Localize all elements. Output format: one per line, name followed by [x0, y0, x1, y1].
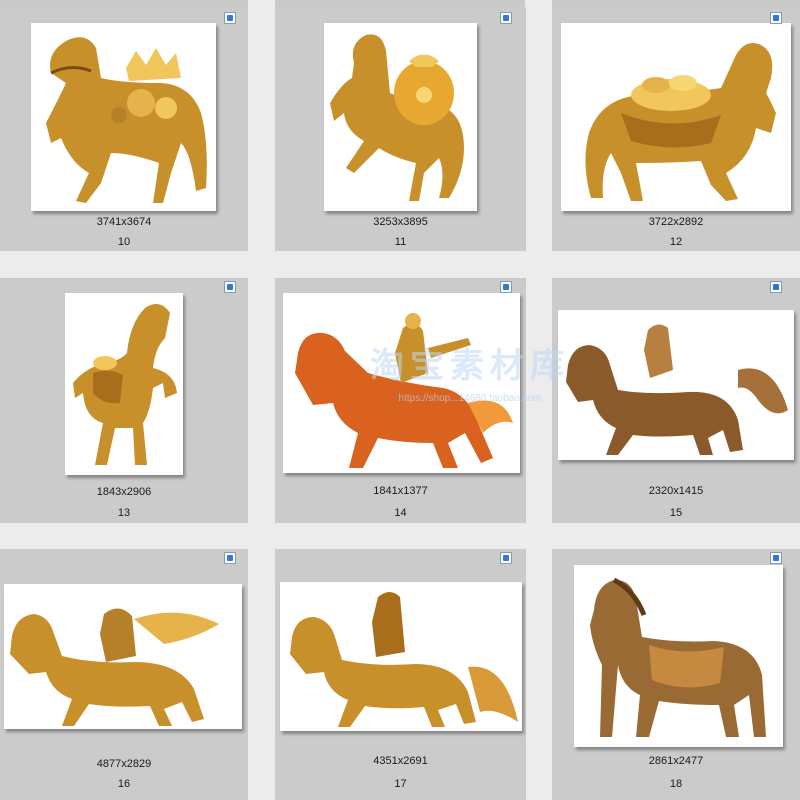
image-file-icon — [224, 281, 236, 293]
golden-horse-with-money-bag-image — [330, 34, 464, 202]
image-file-icon — [770, 552, 782, 564]
thumbnail-item[interactable]: 3722x2892 12 — [552, 7, 800, 251]
image-number: 14 — [394, 507, 407, 519]
golden-horse-with-gold-ingots-image — [585, 42, 776, 201]
thumbnail-grid: 3741x3674 10 3253x3895 11 3722x2892 12 1… — [0, 0, 800, 800]
horse-image-thumbnail[interactable] — [31, 23, 216, 211]
image-file-icon — [770, 12, 782, 24]
image-dimensions: 2861x2477 — [648, 755, 704, 767]
grid-divider — [248, 0, 275, 800]
image-file-icon — [224, 12, 236, 24]
image-number: 10 — [117, 236, 131, 248]
golden-knight-on-horse-image — [290, 592, 518, 727]
horse-image-thumbnail[interactable] — [4, 584, 242, 729]
grid-divider — [0, 251, 800, 278]
image-dimensions: 4877x2829 — [96, 758, 152, 770]
image-number: 13 — [117, 507, 131, 519]
image-file-icon — [770, 281, 782, 293]
thumbnail-item[interactable]: 1841x1377 14 — [275, 278, 526, 523]
horse-image-thumbnail[interactable] — [65, 293, 183, 475]
thumbnail-item[interactable]: 4877x2829 16 — [0, 549, 248, 800]
golden-horse-with-crown-image — [46, 37, 207, 203]
image-dimensions: 3722x2892 — [648, 216, 704, 228]
thumbnail-item[interactable]: 2861x2477 18 — [552, 549, 800, 800]
image-number: 15 — [669, 507, 683, 519]
thumbnail-item[interactable]: 4351x2691 17 — [275, 549, 526, 800]
thumbnail-item[interactable]: 2320x1415 15 — [552, 278, 800, 523]
grid-divider — [0, 523, 800, 550]
thumbnail-item[interactable]: 3741x3674 10 — [0, 7, 248, 251]
image-file-icon — [500, 12, 512, 24]
image-file-icon — [500, 281, 512, 293]
image-number: 18 — [669, 778, 683, 790]
image-dimensions: 1841x1377 — [373, 485, 428, 497]
horse-image-thumbnail[interactable] — [283, 293, 520, 473]
image-dimensions: 1843x2906 — [96, 486, 152, 498]
image-number: 17 — [394, 778, 407, 790]
image-number: 11 — [394, 236, 407, 248]
horse-image-thumbnail[interactable] — [558, 310, 794, 460]
image-dimensions: 3741x3674 — [96, 216, 152, 228]
image-dimensions: 2320x1415 — [648, 485, 704, 497]
horse-image-thumbnail[interactable] — [561, 23, 791, 211]
bronze-warrior-on-horse-image — [566, 324, 788, 455]
horse-image-thumbnail[interactable] — [574, 565, 783, 747]
golden-rearing-horse-image — [73, 304, 177, 465]
ornate-bronze-horse-image — [590, 577, 766, 737]
horse-image-thumbnail[interactable] — [324, 23, 477, 211]
image-dimensions: 3253x3895 — [373, 216, 428, 228]
horse-image-thumbnail[interactable] — [280, 582, 522, 731]
image-number: 16 — [117, 778, 131, 790]
thumbnail-item[interactable]: 3253x3895 11 — [275, 7, 526, 251]
golden-warrior-riding-horse-image — [10, 608, 219, 726]
thumbnail-item[interactable]: 1843x2906 13 — [0, 278, 248, 523]
image-number: 12 — [669, 236, 683, 248]
red-gold-warrior-on-horse-image — [295, 313, 513, 468]
grid-divider — [525, 0, 552, 800]
image-dimensions: 4351x2691 — [373, 755, 428, 767]
image-file-icon — [224, 552, 236, 564]
image-file-icon — [500, 552, 512, 564]
